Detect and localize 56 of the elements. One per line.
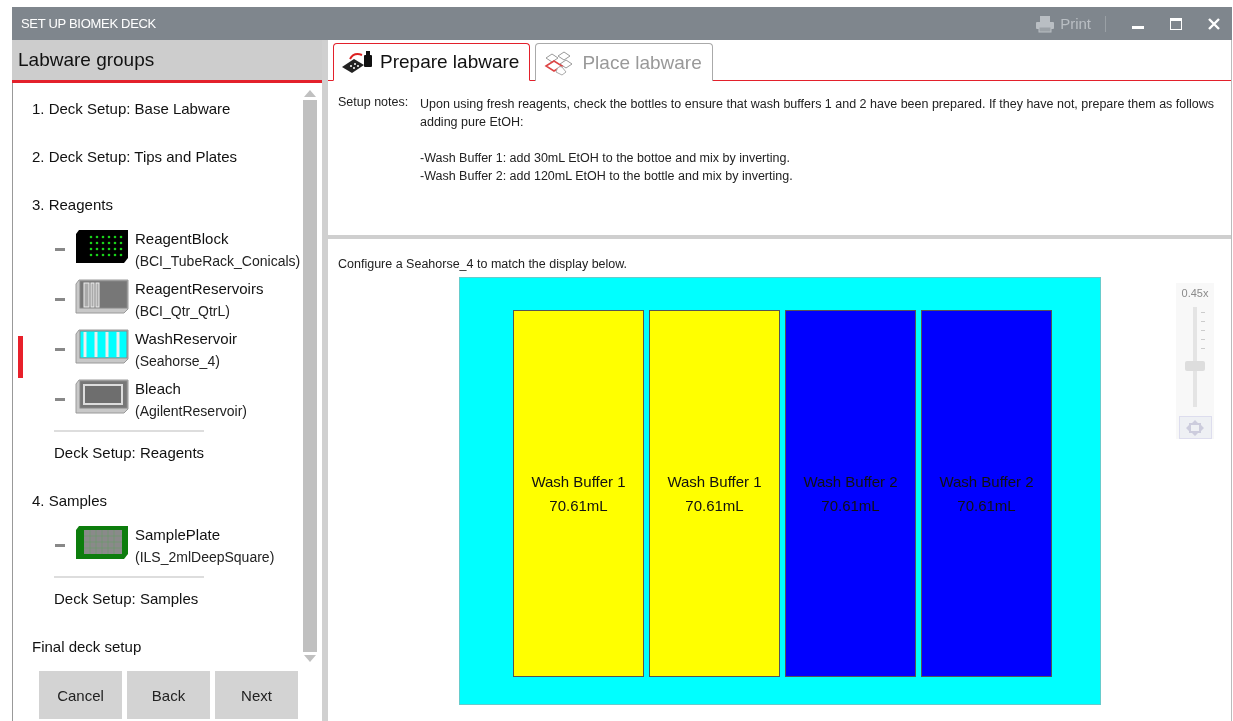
instruction-text: Configure a Seahorse_4 to match the display below. xyxy=(338,257,629,271)
window-title: SET UP BIOMEK DECK xyxy=(21,16,156,31)
notes-line: -Wash Buffer 1: add 30mL EtOH to the bottoe and mix by inverting. xyxy=(420,150,791,167)
reservoir-icon xyxy=(75,278,129,314)
scroll-down-icon[interactable] xyxy=(302,655,317,663)
labware-name[interactable]: Bleach xyxy=(135,378,248,400)
well-volume: 70.61mL xyxy=(821,495,880,516)
collapse-icon[interactable] xyxy=(55,398,65,401)
group-item[interactable]: 1. Deck Setup: Base Labware xyxy=(13,84,302,132)
well-label: Wash Buffer 2 xyxy=(939,471,1034,492)
collapse-icon[interactable] xyxy=(55,248,65,251)
collapse-icon[interactable] xyxy=(55,348,65,351)
collapse-icon[interactable] xyxy=(55,298,65,301)
plate-and-bottle-icon xyxy=(340,49,374,75)
close-icon[interactable] xyxy=(1208,17,1220,30)
labware-type: (Seahorse_4) xyxy=(135,352,221,371)
labware-name[interactable]: ReagentReservoirs xyxy=(135,278,264,300)
well-volume: 70.61mL xyxy=(685,495,744,516)
group-item[interactable]: 4. Samples xyxy=(13,476,302,524)
group-item[interactable]: 3. Reagents xyxy=(13,180,302,228)
labware-type: (ILS_2mlDeepSquare) xyxy=(135,548,275,567)
reservoir-icon xyxy=(75,328,129,364)
labware-type: (BCI_TubeRack_Conicals) xyxy=(135,252,301,271)
notes-line: -Wash Buffer 2: add 120mL EtOH to the bottle and mix by inverting. xyxy=(420,168,794,185)
labware-name[interactable]: ReagentBlock xyxy=(135,228,301,250)
slider-thumb[interactable] xyxy=(1185,361,1205,372)
back-button[interactable]: Back xyxy=(127,671,210,719)
well-label: Wash Buffer 1 xyxy=(667,471,762,492)
well-volume: 70.61mL xyxy=(549,495,608,516)
reservoir-icon xyxy=(75,378,129,414)
cancel-button[interactable]: Cancel xyxy=(39,671,122,719)
labware-name[interactable]: SamplePlate xyxy=(135,524,275,546)
step-item[interactable]: Deck Setup: Reagents xyxy=(54,444,205,461)
well-volume: 70.61mL xyxy=(957,495,1016,516)
tube-rack-icon xyxy=(75,228,129,264)
labware-type: (BCI_Qtr_QtrL) xyxy=(135,302,231,321)
well-plate-icon xyxy=(75,524,129,560)
sidebar-title: Labware groups xyxy=(18,49,155,71)
group-item[interactable]: Final deck setup xyxy=(13,622,302,667)
well-label: Wash Buffer 2 xyxy=(803,471,898,492)
printer-icon[interactable] xyxy=(1035,14,1056,33)
notes-text: Upon using fresh reagents, check the bottles to ensure that wash buffers 1 and 2 have been prepared. If they have not, prepare them as follows adding pure EtOH: xyxy=(420,96,1215,131)
next-button[interactable]: Next xyxy=(215,671,298,719)
move-icon xyxy=(1184,418,1206,437)
notes-label: Setup notes: xyxy=(338,95,410,111)
step-item[interactable]: Deck Setup: Samples xyxy=(54,590,199,607)
scroll-up-icon[interactable] xyxy=(302,89,317,97)
tab[interactable]: Prepare labware xyxy=(333,43,531,81)
collapse-icon[interactable] xyxy=(55,544,65,547)
pan-button[interactable] xyxy=(1178,416,1212,439)
labware-name[interactable]: WashReservoir xyxy=(135,328,237,350)
well-label: Wash Buffer 1 xyxy=(531,471,626,492)
zoom-reading: 0.45x xyxy=(1181,287,1209,299)
maximize-icon[interactable] xyxy=(1170,17,1182,30)
group-item[interactable]: 2. Deck Setup: Tips and Plates xyxy=(13,132,302,180)
labware-type: (AgilentReservoir) xyxy=(135,402,248,421)
